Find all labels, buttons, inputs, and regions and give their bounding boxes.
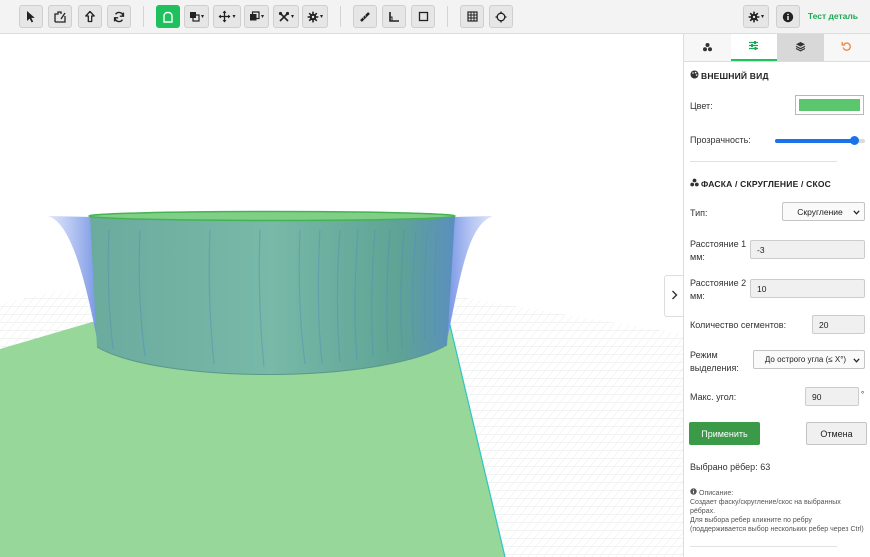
cad-app: ▾ ▾ ▾ ▾ ▾ ▾ Тест деталь ВНЕШНИЙ ВИД Цвет… — [0, 0, 870, 557]
opacity-slider-thumb[interactable] — [850, 136, 860, 145]
snap-toggle-button[interactable] — [489, 5, 513, 28]
selected-edges-count: Выбрано рёбер: 63 — [690, 462, 771, 472]
chevron-down-icon: ▾ — [290, 13, 294, 20]
shapes-icon — [690, 178, 699, 189]
description-line-2: Для выбора ребер кликните по ребру (подд… — [690, 517, 864, 533]
settings-menu-button[interactable]: ▾ — [302, 5, 328, 28]
distance2-input[interactable]: 10 — [750, 279, 865, 298]
shapes-icon — [702, 42, 713, 54]
info-button[interactable] — [776, 5, 800, 28]
grid-toggle-button[interactable] — [460, 5, 484, 28]
distance1-input[interactable]: -3 — [750, 240, 865, 259]
color-label: Цвет: — [690, 101, 713, 111]
max-angle-label: Макс. угол: — [690, 392, 737, 402]
color-picker[interactable] — [795, 95, 864, 115]
ruler-icon — [359, 11, 371, 23]
max-angle-input[interactable]: 90 — [805, 387, 859, 406]
move-menu-button[interactable]: ▾ — [213, 5, 241, 28]
type-select[interactable]: Скругление — [782, 202, 865, 221]
layers-icon — [795, 41, 806, 54]
revolve-tool-button[interactable] — [107, 5, 131, 28]
fillet-icon — [162, 11, 174, 23]
description-block: Описание: Создает фаску/скругление/скос … — [690, 488, 866, 534]
chevron-down-icon: ▾ — [760, 13, 764, 20]
sliders-icon — [748, 40, 759, 53]
refresh-icon — [113, 11, 125, 23]
opacity-slider-fill — [775, 139, 855, 143]
info-icon — [782, 11, 794, 23]
document-title: Тест деталь — [807, 11, 858, 21]
distance1-label: Расстояние 1 мм: — [690, 239, 747, 262]
main-toolbar: ▾ ▾ ▾ ▾ ▾ ▾ Тест деталь — [0, 0, 870, 34]
apply-button[interactable]: Применить — [689, 422, 760, 445]
section-tool-button[interactable] — [411, 5, 435, 28]
opacity-label: Прозрачность: — [690, 135, 751, 145]
crosshair-icon — [495, 11, 507, 23]
section-divider — [690, 161, 837, 162]
chevron-down-icon: ▾ — [232, 13, 236, 20]
opacity-slider[interactable] — [775, 136, 865, 145]
cancel-button[interactable]: Отмена — [806, 422, 867, 445]
wrench-icon — [278, 11, 290, 23]
panel-tabs — [684, 34, 870, 62]
cursor-icon — [25, 10, 37, 23]
preferences-menu-button[interactable]: ▾ — [743, 5, 769, 28]
toolbar-separator — [143, 6, 144, 27]
properties-panel: ВНЕШНИЙ ВИД Цвет: Прозрачность: ФАСКА / … — [683, 34, 870, 557]
fillet-tool-button[interactable] — [156, 5, 180, 28]
collapse-panel-button[interactable] — [664, 275, 683, 317]
tab-history[interactable] — [823, 34, 870, 61]
section-divider — [690, 546, 837, 547]
type-label: Тип: — [690, 208, 708, 218]
tab-objects[interactable] — [684, 34, 731, 61]
distance2-label: Расстояние 2 мм: — [690, 278, 747, 301]
segments-input[interactable]: 20 — [812, 315, 865, 334]
description-line-1: Создает фаску/скругление/скос на выбранн… — [690, 499, 841, 515]
gear-icon — [307, 11, 319, 23]
angle-tool-button[interactable] — [382, 5, 406, 28]
chevron-right-icon — [671, 290, 678, 302]
tab-properties[interactable] — [730, 34, 777, 61]
sketch-icon — [53, 10, 67, 24]
chevron-down-icon: ▾ — [319, 13, 323, 20]
sketch-tool-button[interactable] — [48, 5, 72, 28]
gear-icon — [748, 11, 760, 23]
square-icon — [418, 11, 429, 22]
extrude-tool-button[interactable] — [78, 5, 102, 28]
boolean-icon — [189, 11, 200, 22]
grid-icon — [466, 11, 478, 22]
description-title: Описание: — [699, 489, 734, 497]
angle-icon — [388, 11, 400, 23]
chevron-down-icon — [853, 355, 860, 365]
info-icon — [690, 488, 697, 498]
cylinder-model[interactable] — [48, 210, 493, 375]
segments-label: Количество сегментов: — [690, 320, 787, 330]
chamfer-section-header: ФАСКА / СКРУГЛЕНИЕ / СКОС — [690, 178, 831, 189]
boolean-menu-button[interactable]: ▾ — [184, 5, 209, 28]
chevron-down-icon: ▾ — [260, 13, 264, 20]
3d-viewport[interactable] — [0, 34, 683, 557]
arrow-up-icon — [84, 10, 96, 23]
color-swatch — [799, 99, 860, 111]
appearance-section-header: ВНЕШНИЙ ВИД — [690, 70, 769, 81]
tools-menu-button[interactable]: ▾ — [273, 5, 299, 28]
chevron-down-icon — [853, 207, 860, 217]
move-icon — [218, 10, 231, 23]
copy-menu-button[interactable]: ▾ — [244, 5, 269, 28]
copy-icon — [249, 11, 260, 22]
selection-mode-select[interactable]: До острого угла (≤ X°) — [753, 350, 865, 369]
chevron-down-icon: ▾ — [200, 13, 204, 20]
toolbar-separator — [447, 6, 448, 27]
toolbar-separator — [340, 6, 341, 27]
undo-history-icon — [841, 41, 852, 54]
measure-tool-button[interactable] — [353, 5, 377, 28]
degree-mark: ° — [861, 390, 865, 399]
tab-layers[interactable] — [777, 34, 824, 61]
select-tool-button[interactable] — [19, 5, 43, 28]
palette-icon — [690, 70, 699, 81]
selection-mode-label: Режим выделения: — [690, 350, 739, 373]
